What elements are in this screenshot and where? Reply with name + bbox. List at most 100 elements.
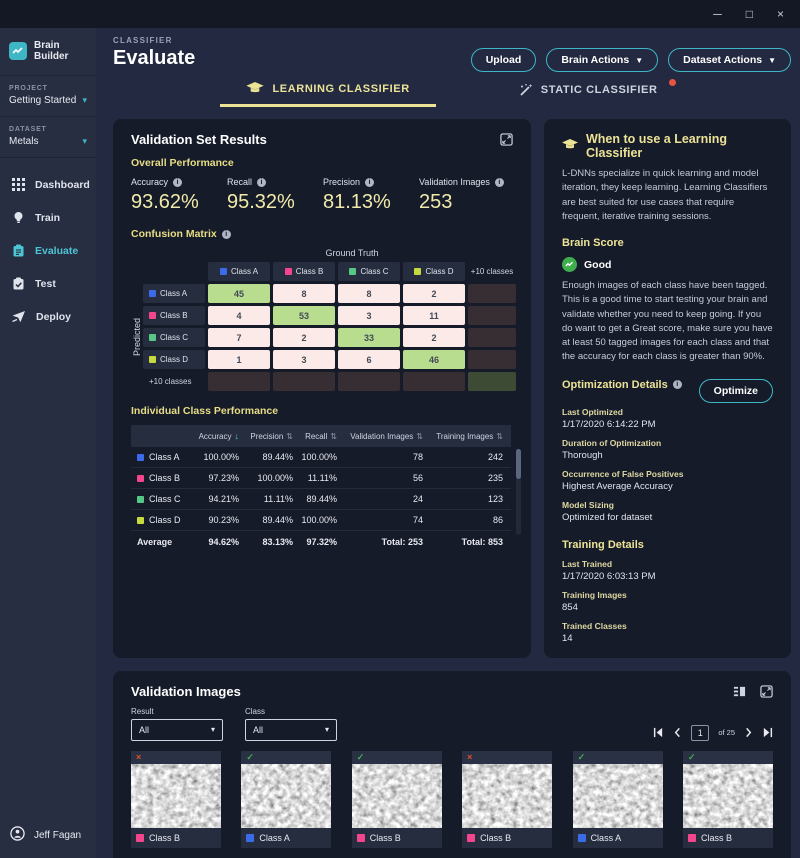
sidebar-item-dashboard[interactable]: Dashboard (0, 168, 96, 201)
sort-desc-icon: ↓ (235, 431, 240, 441)
matrix-cell[interactable]: 1 (208, 350, 270, 369)
details-view-icon[interactable] (733, 685, 746, 698)
detail-field: Occurrence of False Positives Highest Av… (562, 469, 773, 492)
table-cell: 100.00% (301, 510, 345, 531)
check-icon: ✓ (573, 751, 663, 764)
project-selector[interactable]: PROJECT Getting Started ▾ (0, 76, 96, 117)
sidebar-item-train[interactable]: Train (0, 201, 96, 234)
expand-icon[interactable] (760, 685, 773, 698)
dataset-label: DATASET (9, 126, 87, 133)
matrix-row-extra: +10 classes (143, 372, 205, 391)
close-icon[interactable]: × (777, 8, 784, 20)
minimize-icon[interactable]: ─ (713, 8, 722, 20)
main-area: CLASSIFIER Evaluate UploadBrain Actions▼… (96, 28, 800, 858)
sidebar-item-deploy[interactable]: Deploy (0, 300, 96, 333)
validation-image-card[interactable]: ✓ Class A (573, 751, 663, 848)
chevron-down-icon[interactable]: ▾ (82, 95, 87, 106)
validation-image-thumbnail[interactable] (352, 764, 442, 828)
tab-static-classifier[interactable]: STATIC CLASSIFIER (492, 76, 684, 107)
expand-icon[interactable] (500, 133, 513, 146)
matrix-cell-extra (468, 284, 516, 303)
class-dropdown[interactable]: All▾ (245, 719, 337, 741)
overall-performance-heading: Overall Performance (131, 157, 513, 169)
clipboard-icon (12, 244, 25, 257)
matrix-row-class-c: Class C (143, 328, 205, 347)
maximize-icon[interactable]: □ (746, 8, 753, 20)
upload-button[interactable]: Upload (471, 48, 537, 72)
result-dropdown[interactable]: All▾ (131, 719, 223, 741)
validation-image-card[interactable]: × Class B (131, 751, 221, 848)
chevron-down-icon[interactable]: ▾ (82, 136, 87, 147)
info-icon[interactable]: i (222, 230, 231, 239)
validation-image-thumbnail[interactable] (683, 764, 773, 828)
matrix-cell[interactable]: 2 (403, 328, 465, 347)
matrix-cell[interactable]: 7 (208, 328, 270, 347)
overall-metrics: Accuracyi 93.62% Recalli 95.32% Precisio… (131, 177, 513, 214)
info-icon[interactable]: i (673, 380, 682, 389)
matrix-cell[interactable]: 2 (273, 328, 335, 347)
optimize-button[interactable]: Optimize (699, 379, 773, 403)
header-actions: Upload Brain Actions▼ Dataset Actions▼ (471, 48, 791, 72)
validation-image-card[interactable]: ✓ Class A (241, 751, 331, 848)
info-icon[interactable]: i (257, 178, 266, 187)
detail-field: Training Images 854 (562, 590, 773, 613)
matrix-col-class-a: Class A (208, 262, 270, 281)
matrix-cell-extra (468, 328, 516, 347)
validation-image-thumbnail[interactable] (573, 764, 663, 828)
matrix-cell[interactable]: 8 (273, 284, 335, 303)
matrix-cell[interactable]: 33 (338, 328, 400, 347)
matrix-cell[interactable]: 11 (403, 306, 465, 325)
matrix-cell[interactable]: 6 (338, 350, 400, 369)
matrix-cell[interactable]: 45 (208, 284, 270, 303)
dataset-actions-button[interactable]: Dataset Actions▼ (668, 48, 791, 72)
user-account[interactable]: Jeff Fagan (0, 812, 96, 858)
col-header-recall[interactable]: Recall ⇅ (301, 425, 345, 447)
col-header-training-images[interactable]: Training Images ⇅ (431, 425, 511, 447)
matrix-cell[interactable]: 53 (273, 306, 335, 325)
tab-learning-classifier[interactable]: LEARNING CLASSIFIER (220, 76, 435, 107)
matrix-cell[interactable]: 4 (208, 306, 270, 325)
col-header-precision[interactable]: Precision ⇅ (247, 425, 301, 447)
sidebar-nav: Dashboard Train Evaluate Test Deploy (0, 168, 96, 333)
matrix-cell[interactable]: 8 (338, 284, 400, 303)
matrix-cell[interactable]: 3 (273, 350, 335, 369)
validation-image-card[interactable]: ✓ Class B (352, 751, 442, 848)
col-header-validation-images[interactable]: Validation Images ⇅ (345, 425, 431, 447)
training-details-heading: Training Details (562, 539, 773, 551)
average-cell: 83.13% (247, 531, 301, 552)
prev-page-icon[interactable] (673, 727, 682, 738)
page-number-input[interactable]: 1 (691, 725, 709, 741)
matrix-cell[interactable]: 2 (403, 284, 465, 303)
dataset-selector[interactable]: DATASET Metals ▾ (0, 117, 96, 158)
table-cell: 11.11% (247, 489, 301, 510)
info-icon[interactable]: i (173, 178, 182, 187)
brain-actions-button[interactable]: Brain Actions▼ (546, 48, 658, 72)
last-page-icon[interactable] (762, 727, 773, 738)
col-header-accuracy[interactable]: Accuracy ↓ (195, 425, 247, 447)
learning-classifier-info-panel: When to use a Learning Classifier L-DNNs… (544, 119, 791, 658)
next-page-icon[interactable] (744, 727, 753, 738)
brain-builder-logo-icon (9, 42, 27, 60)
matrix-col-class-d: Class D (403, 262, 465, 281)
sidebar-item-test[interactable]: Test (0, 267, 96, 300)
detail-field: Last Trained 1/17/2020 6:03:13 PM (562, 559, 773, 582)
table-scrollbar[interactable] (516, 449, 521, 535)
notification-dot (669, 79, 676, 86)
page-count-label: of 25 (718, 728, 735, 737)
ground-truth-axis-label: Ground Truth (191, 248, 513, 258)
validation-image-card[interactable]: ✓ Class B (683, 751, 773, 848)
info-icon[interactable]: i (365, 178, 374, 187)
sidebar-item-evaluate[interactable]: Evaluate (0, 234, 96, 267)
matrix-cell[interactable]: 46 (403, 350, 465, 369)
matrix-cell-extra (468, 306, 516, 325)
validation-image-thumbnail[interactable] (241, 764, 331, 828)
matrix-cell[interactable]: 3 (338, 306, 400, 325)
validation-image-thumbnail[interactable] (131, 764, 221, 828)
brand[interactable]: Brain Builder (0, 28, 96, 76)
class-color-swatch (414, 268, 421, 275)
validation-image-card[interactable]: × Class B (462, 751, 552, 848)
first-page-icon[interactable] (653, 727, 664, 738)
validation-image-thumbnail[interactable] (462, 764, 552, 828)
info-icon[interactable]: i (495, 178, 504, 187)
optimization-details-heading: Optimization Details i (562, 379, 682, 391)
